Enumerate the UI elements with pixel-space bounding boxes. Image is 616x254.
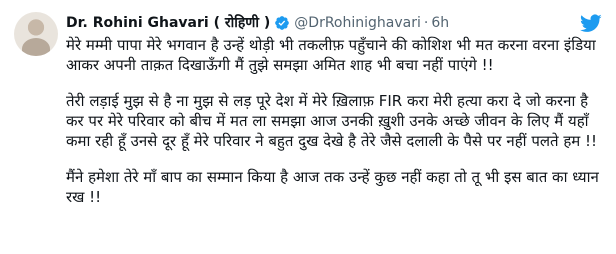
tweet-card: Dr. Rohini Ghavari ( रोहिणी ) @DrRohinig… <box>0 0 616 254</box>
author-name[interactable]: Dr. Rohini Ghavari ( रोहिणी ) <box>66 13 270 33</box>
verified-badge-icon <box>275 16 290 30</box>
tweet-text: मेरे मम्मी पापा मेरे भगवान है उन्हें थोड… <box>66 35 601 207</box>
twitter-bird-icon[interactable] <box>580 12 602 34</box>
timestamp[interactable]: 6h <box>431 13 449 33</box>
avatar[interactable] <box>14 12 58 56</box>
tweet-paragraph-1: मेरे मम्मी पापा मेरे भगवान है उन्हें थोड… <box>66 36 596 74</box>
tweet-header: Dr. Rohini Ghavari ( रोहिणी ) @DrRohinig… <box>66 13 449 33</box>
author-handle[interactable]: @DrRohinighavari <box>294 13 421 33</box>
header-separator: · <box>423 15 429 31</box>
tweet-paragraph-2: तेरी लड़ाई मुझ से है ना मुझ से लड़ पूरे … <box>66 92 598 150</box>
tweet-paragraph-3: मैंने हमेशा तेरे माँ बाप का सम्मान किया … <box>66 168 599 206</box>
